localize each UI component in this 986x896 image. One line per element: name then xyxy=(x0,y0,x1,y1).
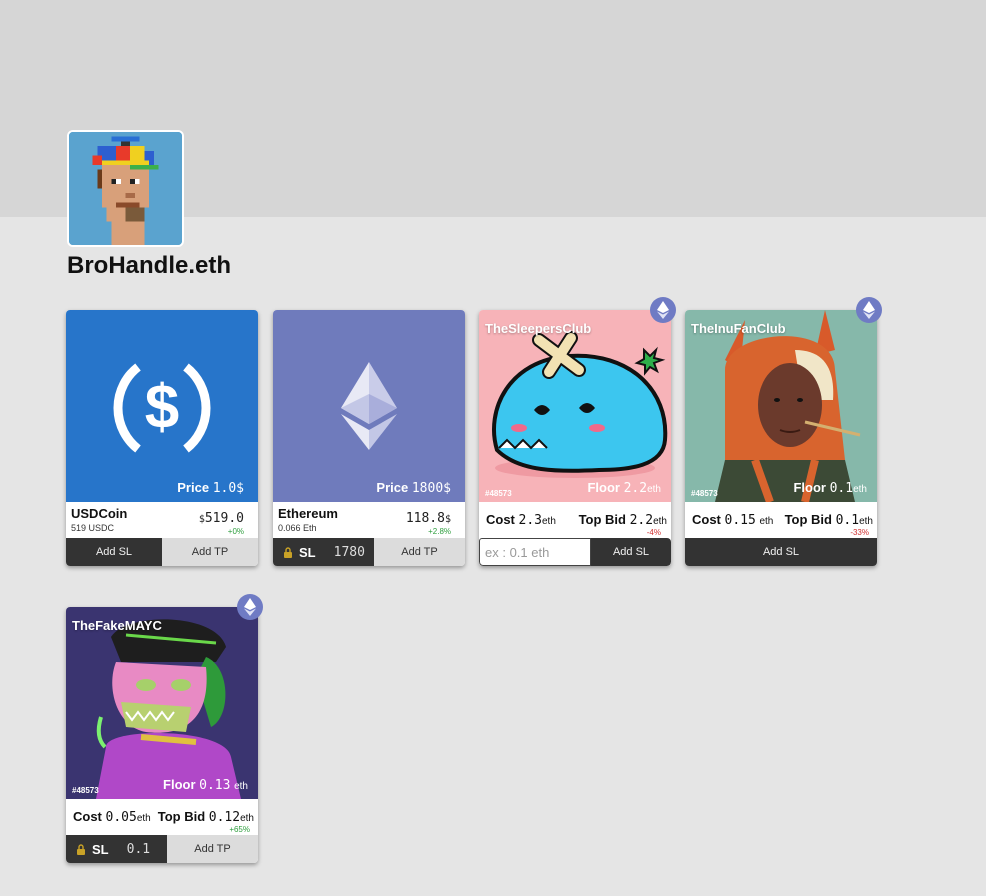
nft-stats: Cost 2.3eth Top Bid 2.2eth xyxy=(486,512,667,528)
nft-info: Cost 0.15 eth Top Bid 0.1eth -33% xyxy=(685,502,877,538)
price-label: Price 1.0$ xyxy=(177,480,244,496)
eth-chain-badge xyxy=(650,297,676,323)
nft-image: TheInuFanClub #48573 Floor 0.1eth xyxy=(685,310,877,502)
lock-icon xyxy=(77,843,85,855)
nft-image: TheSleepersClub #48573 Floor 2.2eth xyxy=(479,310,671,502)
ethereum-icon xyxy=(244,598,256,616)
token-balance: 519 USDC xyxy=(71,523,115,533)
mutant-ape-icon xyxy=(96,619,241,799)
ethereum-icon xyxy=(341,362,397,450)
collection-name: TheFakeMAYC xyxy=(72,618,162,633)
token-image: $ Price 1.0$ xyxy=(66,310,258,502)
token-change: +2.8% xyxy=(428,527,451,536)
floor-label: Floor 2.2eth xyxy=(587,480,661,496)
floor-label: Floor 0.13 eth xyxy=(163,777,248,793)
token-change: +0% xyxy=(227,527,244,536)
nft-card-sleepersclub[interactable]: TheSleepersClub #48573 Floor 2.2eth Cost… xyxy=(479,310,671,566)
add-sl-button[interactable]: Add SL xyxy=(66,538,162,566)
token-name: Ethereum xyxy=(278,506,338,521)
token-name: USDCoin xyxy=(71,506,128,521)
token-info: USDCoin 519 USDC $519.0 +0% xyxy=(66,502,258,538)
card-actions: Add SL xyxy=(685,538,877,566)
token-value: 118.8$ xyxy=(405,511,451,526)
sleeping-creature-icon xyxy=(492,331,668,478)
add-tp-button[interactable]: Add TP xyxy=(167,835,258,863)
bid-change: +65% xyxy=(229,825,250,834)
ethereum-icon xyxy=(657,301,669,319)
price-label: Price 1800$ xyxy=(376,480,451,496)
token-card-usdc[interactable]: $ Price 1.0$ USDCoin 519 USDC $519.0 +0%… xyxy=(66,310,258,566)
lock-icon xyxy=(284,546,292,558)
stop-loss-display[interactable]: SL 1780 xyxy=(273,538,374,566)
token-card-ethereum[interactable]: Price 1800$ Ethereum 0.066 Eth 118.8$ +2… xyxy=(273,310,465,566)
token-balance: 0.066 Eth xyxy=(278,523,317,533)
ethereum-icon xyxy=(863,301,875,319)
nft-stats: Cost 0.05eth Top Bid 0.12eth xyxy=(73,809,254,825)
add-sl-button[interactable]: Add SL xyxy=(685,538,877,566)
token-info: Ethereum 0.066 Eth 118.8$ +2.8% xyxy=(273,502,465,538)
collection-name: TheSleepersClub xyxy=(485,321,592,336)
token-value: $519.0 xyxy=(198,511,244,526)
floor-label: Floor 0.1eth xyxy=(793,480,867,496)
nft-info: Cost 2.3eth Top Bid 2.2eth -4% xyxy=(479,502,671,538)
eth-chain-badge xyxy=(237,594,263,620)
stop-loss-input[interactable] xyxy=(479,538,591,566)
card-actions: SL 1780 Add TP xyxy=(273,538,465,566)
nft-image: TheFakeMAYC #48573 Floor 0.13 eth xyxy=(66,607,258,799)
token-id: #48573 xyxy=(72,786,99,795)
bid-change: -33% xyxy=(850,528,869,537)
nft-stats: Cost 0.15 eth Top Bid 0.1eth xyxy=(692,512,873,528)
bid-change: -4% xyxy=(646,528,661,537)
eth-chain-badge xyxy=(856,297,882,323)
pixel-avatar-icon xyxy=(69,132,182,245)
card-actions: Add SL xyxy=(479,538,671,566)
profile-username: BroHandle.eth xyxy=(67,252,232,279)
token-id: #48573 xyxy=(691,489,718,498)
card-actions: SL 0.1 Add TP xyxy=(66,835,258,863)
add-tp-button[interactable]: Add TP xyxy=(162,538,258,566)
usdc-icon: $ xyxy=(113,363,211,453)
svg-text:$: $ xyxy=(145,373,179,442)
nft-info: Cost 0.05eth Top Bid 0.12eth +65% xyxy=(66,799,258,835)
token-image: Price 1800$ xyxy=(273,310,465,502)
add-tp-button[interactable]: Add TP xyxy=(374,538,465,566)
profile-avatar[interactable] xyxy=(67,130,184,247)
nft-card-fakemayc[interactable]: TheFakeMAYC #48573 Floor 0.13 eth Cost 0… xyxy=(66,607,258,863)
collection-name: TheInuFanClub xyxy=(691,321,786,336)
card-actions: Add SL Add TP xyxy=(66,538,258,566)
stop-loss-field[interactable] xyxy=(485,544,590,560)
fox-hood-character-icon xyxy=(715,310,861,502)
nft-card-inufanclub[interactable]: TheInuFanClub #48573 Floor 0.1eth Cost 0… xyxy=(685,310,877,566)
add-sl-button[interactable]: Add SL xyxy=(591,538,671,566)
token-id: #48573 xyxy=(485,489,512,498)
stop-loss-display[interactable]: SL 0.1 xyxy=(66,835,167,863)
